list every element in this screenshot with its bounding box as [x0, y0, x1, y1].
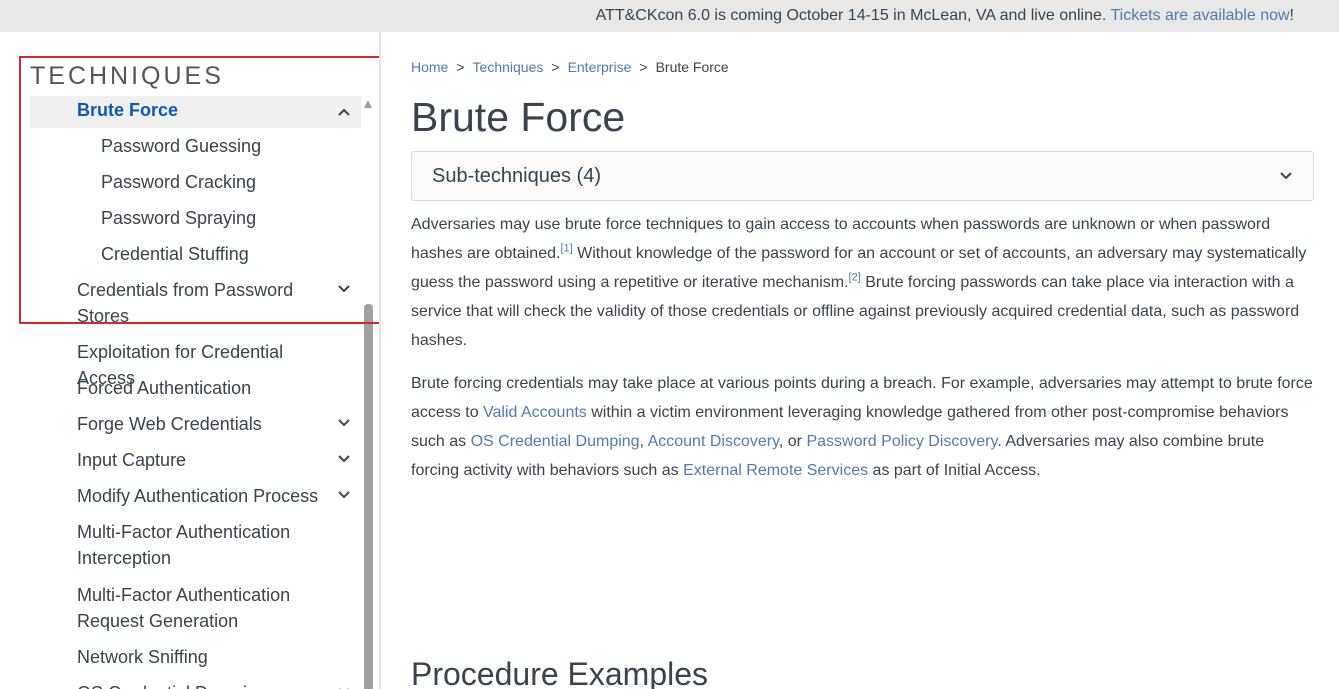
scroll-up-arrow-icon[interactable]	[364, 100, 372, 108]
chevron-up-icon	[338, 108, 350, 116]
expand-button[interactable]	[327, 407, 361, 439]
description-text: as part of Initial Access.	[868, 462, 1041, 479]
banner-text: ATT&CKcon 6.0 is coming October 14-15 in…	[596, 7, 1294, 25]
subtechniques-dropdown[interactable]: Sub-techniques (4)	[411, 151, 1314, 201]
sidebar-nav: TECHNIQUES Brute Force Password Guessing…	[0, 32, 380, 689]
breadcrumb: Home > Techniques > Enterprise > Brute Force	[411, 59, 729, 75]
description-paragraph-2: Brute forcing credentials may take place…	[411, 369, 1316, 485]
chevron-down-icon	[1280, 172, 1292, 180]
link-password-policy-discovery[interactable]: Password Policy Discovery	[806, 433, 997, 450]
banner-message: ATT&CKcon 6.0 is coming October 14-15 in…	[595, 7, 1111, 24]
chevron-down-icon	[338, 285, 350, 293]
breadcrumb-enterprise[interactable]: Enterprise	[568, 59, 632, 75]
description-paragraph-1: Adversaries may use brute force techniqu…	[411, 210, 1316, 355]
expand-button[interactable]	[327, 676, 361, 689]
expand-button[interactable]	[327, 443, 361, 475]
description-text: , or	[778, 433, 807, 450]
page-title: Brute Force	[411, 94, 626, 140]
sidebar-item-mfa-request-generation[interactable]: Multi-Factor Authentication Request Gene…	[77, 582, 327, 634]
link-os-credential-dumping[interactable]: OS Credential Dumping	[471, 433, 640, 450]
sidebar-divider	[379, 32, 381, 689]
banner-suffix: !	[1289, 7, 1294, 24]
sidebar-item-mfa-interception[interactable]: Multi-Factor Authentication Interception	[77, 519, 327, 571]
main-content: Home > Techniques > Enterprise > Brute Force B…	[411, 32, 1316, 689]
breadcrumb-home[interactable]: Home	[411, 59, 448, 75]
sidebar-subitem-credential-stuffing[interactable]: Credential Stuffing	[101, 241, 351, 267]
sidebar-item-input-capture[interactable]: Input Capture	[77, 447, 327, 473]
chevron-down-icon	[338, 419, 350, 427]
sidebar-item-os-credential-dumping[interactable]: OS Credential Dumping	[77, 680, 327, 689]
tickets-link[interactable]: Tickets are available now	[1111, 7, 1290, 24]
breadcrumb-separator: >	[639, 59, 648, 75]
description-text: ,	[639, 433, 648, 450]
citation-1[interactable]: [1]	[560, 243, 572, 255]
sidebar-scrollbar[interactable]	[364, 304, 373, 689]
sidebar-item-credentials-from-password-stores[interactable]: Credentials from Password Stores	[77, 277, 327, 329]
breadcrumb-techniques[interactable]: Techniques	[473, 59, 544, 75]
expand-button[interactable]	[327, 273, 361, 305]
sidebar-subitem-password-spraying[interactable]: Password Spraying	[101, 205, 351, 231]
subtechniques-label: Sub-techniques (4)	[432, 165, 601, 187]
breadcrumb-current: Brute Force	[655, 59, 729, 75]
chevron-down-icon	[338, 491, 350, 499]
sidebar-item-forge-web-credentials[interactable]: Forge Web Credentials	[77, 411, 327, 437]
sidebar-item-modify-authentication-process[interactable]: Modify Authentication Process	[77, 483, 327, 509]
sidebar-item-forced-authentication[interactable]: Forced Authentication	[77, 375, 327, 401]
breadcrumb-separator: >	[551, 59, 560, 75]
link-external-remote-services[interactable]: External Remote Services	[683, 462, 868, 479]
announcement-banner: ATT&CKcon 6.0 is coming October 14-15 in…	[0, 0, 1339, 32]
link-account-discovery[interactable]: Account Discovery	[648, 433, 779, 450]
sidebar-title: TECHNIQUES	[30, 62, 224, 90]
link-valid-accounts[interactable]: Valid Accounts	[483, 404, 587, 421]
section-title-procedure-examples: Procedure Examples	[411, 656, 709, 689]
sidebar-subitem-password-guessing[interactable]: Password Guessing	[101, 133, 351, 159]
citation-2[interactable]: [2]	[849, 272, 861, 284]
expand-button[interactable]	[327, 479, 361, 511]
sidebar-item-network-sniffing[interactable]: Network Sniffing	[77, 644, 327, 670]
collapse-button[interactable]	[327, 96, 361, 128]
breadcrumb-separator: >	[456, 59, 465, 75]
chevron-down-icon	[339, 688, 349, 689]
sidebar-subitem-password-cracking[interactable]: Password Cracking	[101, 169, 351, 195]
sidebar-item-brute-force[interactable]: Brute Force	[77, 97, 327, 123]
chevron-down-icon	[338, 455, 350, 463]
